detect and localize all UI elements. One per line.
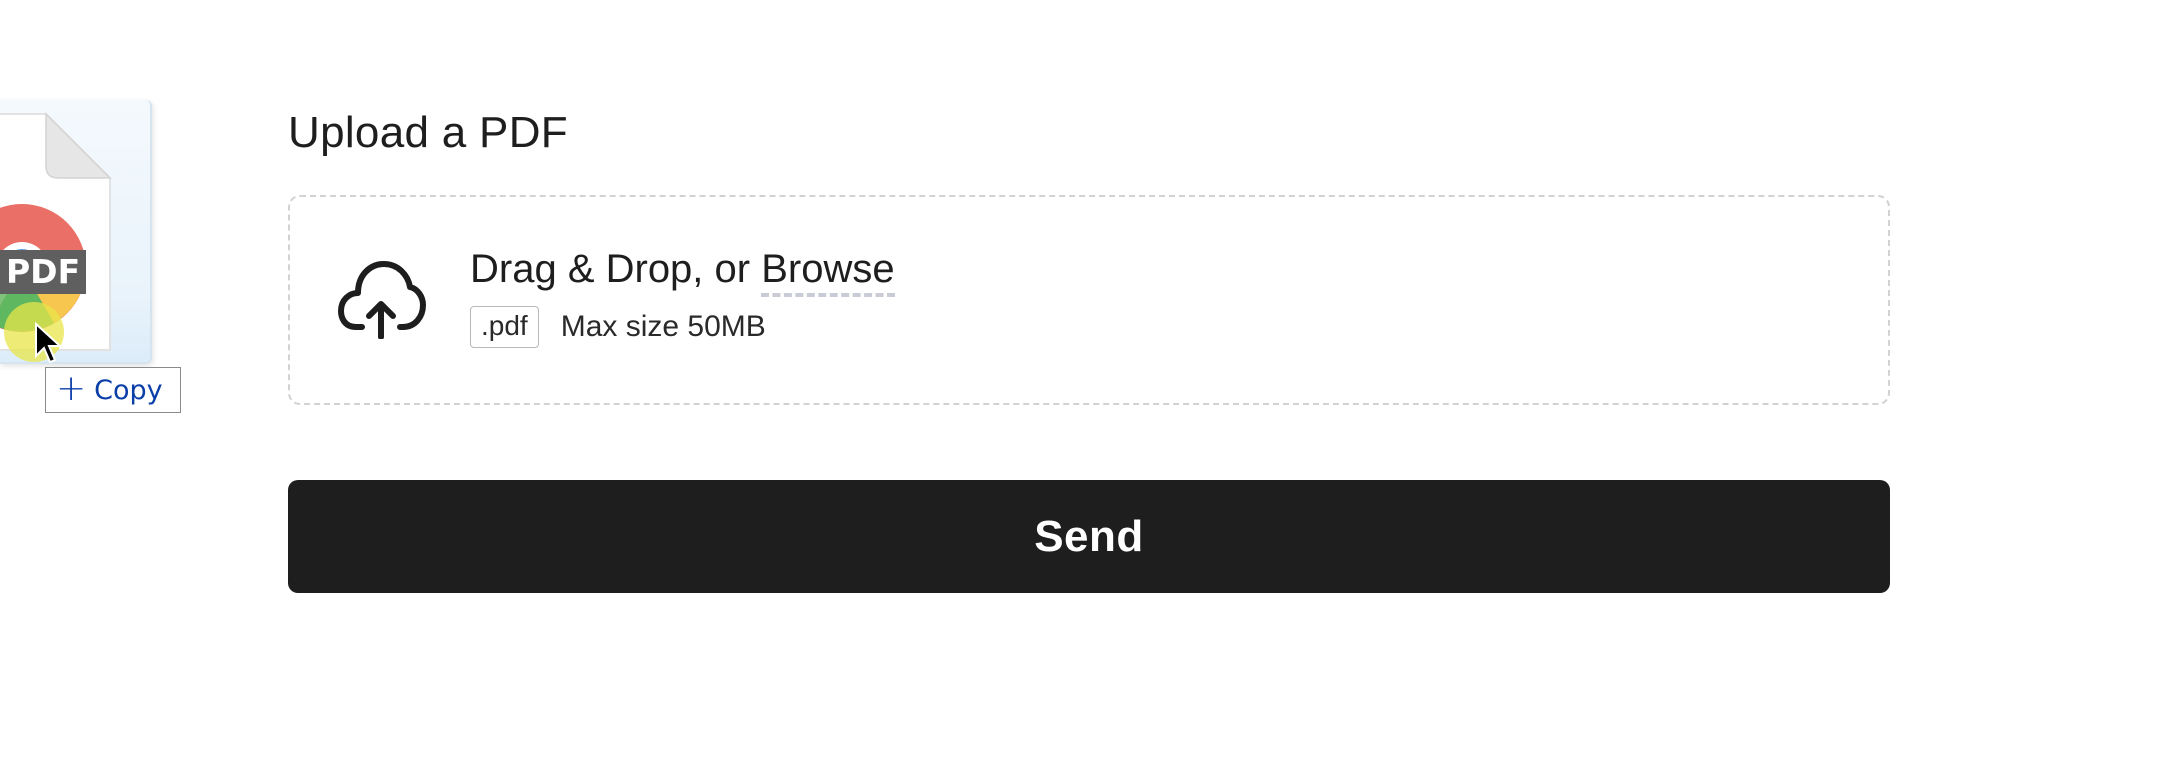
page: PDF + Copy Upload a PDF Drag & Drop, or … <box>0 0 2165 760</box>
dropzone-text: Drag & Drop, or Browse .pdf Max size 50M… <box>470 247 895 348</box>
dragged-file-ghost: PDF <box>0 100 152 364</box>
send-button[interactable]: Send <box>288 480 1890 593</box>
drag-copy-tooltip: + Copy <box>45 367 181 413</box>
dropzone-constraints: .pdf Max size 50MB <box>470 306 895 348</box>
pdf-file-icon: PDF <box>0 112 112 362</box>
max-size-text: Max size 50MB <box>560 310 766 343</box>
page-title: Upload a PDF <box>288 108 568 157</box>
mouse-cursor-icon <box>35 322 63 364</box>
plus-icon: + <box>56 367 87 409</box>
copy-label: Copy <box>94 374 163 406</box>
file-type-badge: .pdf <box>470 306 539 348</box>
file-dropzone[interactable]: Drag & Drop, or Browse .pdf Max size 50M… <box>288 195 1890 405</box>
drag-drop-text: Drag & Drop, or <box>470 247 762 291</box>
cloud-upload-icon <box>338 261 426 339</box>
pdf-label: PDF <box>6 252 80 291</box>
dropzone-prompt: Drag & Drop, or Browse <box>470 247 895 297</box>
browse-link[interactable]: Browse <box>761 247 895 297</box>
